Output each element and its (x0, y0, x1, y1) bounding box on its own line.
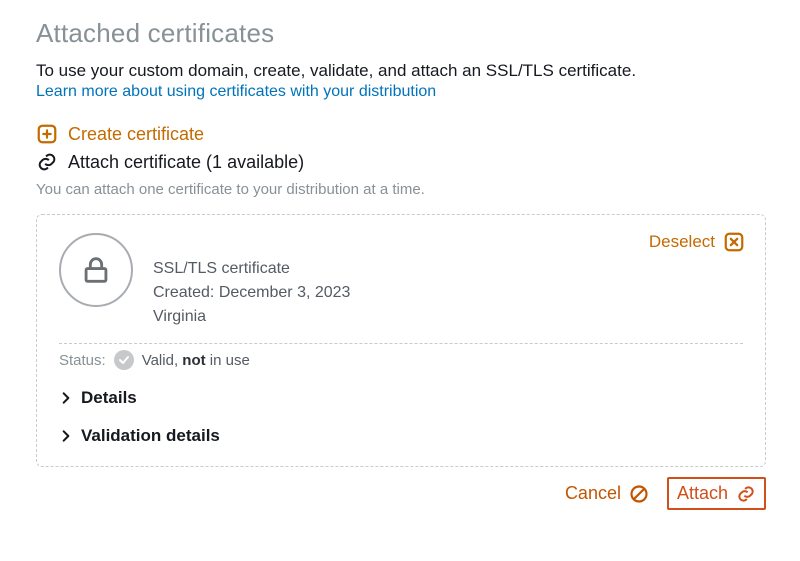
certificate-card: Deselect SSL/TLS certificate Created: De… (36, 214, 766, 467)
status-label: Status: (59, 352, 106, 369)
plus-square-icon (36, 123, 58, 145)
cancel-label: Cancel (565, 483, 621, 504)
attach-certificate-row: Attach certificate (1 available) (36, 151, 766, 173)
attach-chain-icon (36, 151, 58, 173)
certificate-meta: SSL/TLS certificate Created: December 3,… (153, 233, 350, 329)
details-expander[interactable]: Details (59, 388, 743, 408)
certificate-lock-icon (59, 233, 133, 307)
attach-button[interactable]: Attach (667, 477, 766, 510)
deselect-x-icon (723, 231, 745, 253)
learn-more-link[interactable]: Learn more about using certificates with… (36, 83, 436, 101)
page-title: Attached certificates (36, 18, 766, 49)
certificate-name: SSL/TLS certificate (153, 257, 350, 281)
chevron-right-icon (59, 429, 73, 443)
status-valid-check-icon (114, 350, 134, 370)
details-label: Details (81, 388, 137, 408)
cancel-slash-icon (629, 484, 649, 504)
create-certificate-label: Create certificate (68, 124, 204, 145)
create-certificate-action[interactable]: Create certificate (36, 123, 766, 145)
status-text: Valid, not in use (142, 352, 250, 369)
certificate-created: Created: December 3, 2023 (153, 281, 350, 305)
chevron-right-icon (59, 391, 73, 405)
deselect-label: Deselect (649, 232, 715, 252)
certificate-status: Status: Valid, not in use (59, 350, 743, 370)
attach-certificate-label: Attach certificate (1 available) (68, 152, 304, 173)
attach-chain-icon (736, 484, 756, 504)
validation-details-expander[interactable]: Validation details (59, 426, 743, 446)
certificate-region: Virginia (153, 305, 350, 329)
cancel-button[interactable]: Cancel (557, 477, 657, 510)
deselect-button[interactable]: Deselect (649, 231, 745, 253)
footer-actions: Cancel Attach (36, 477, 766, 510)
attach-hint-text: You can attach one certificate to your d… (36, 181, 766, 198)
attach-label: Attach (677, 483, 728, 504)
attached-certificates-panel: Attached certificates To use your custom… (0, 0, 800, 526)
card-divider (59, 343, 743, 344)
intro-text: To use your custom domain, create, valid… (36, 61, 766, 81)
validation-details-label: Validation details (81, 426, 220, 446)
